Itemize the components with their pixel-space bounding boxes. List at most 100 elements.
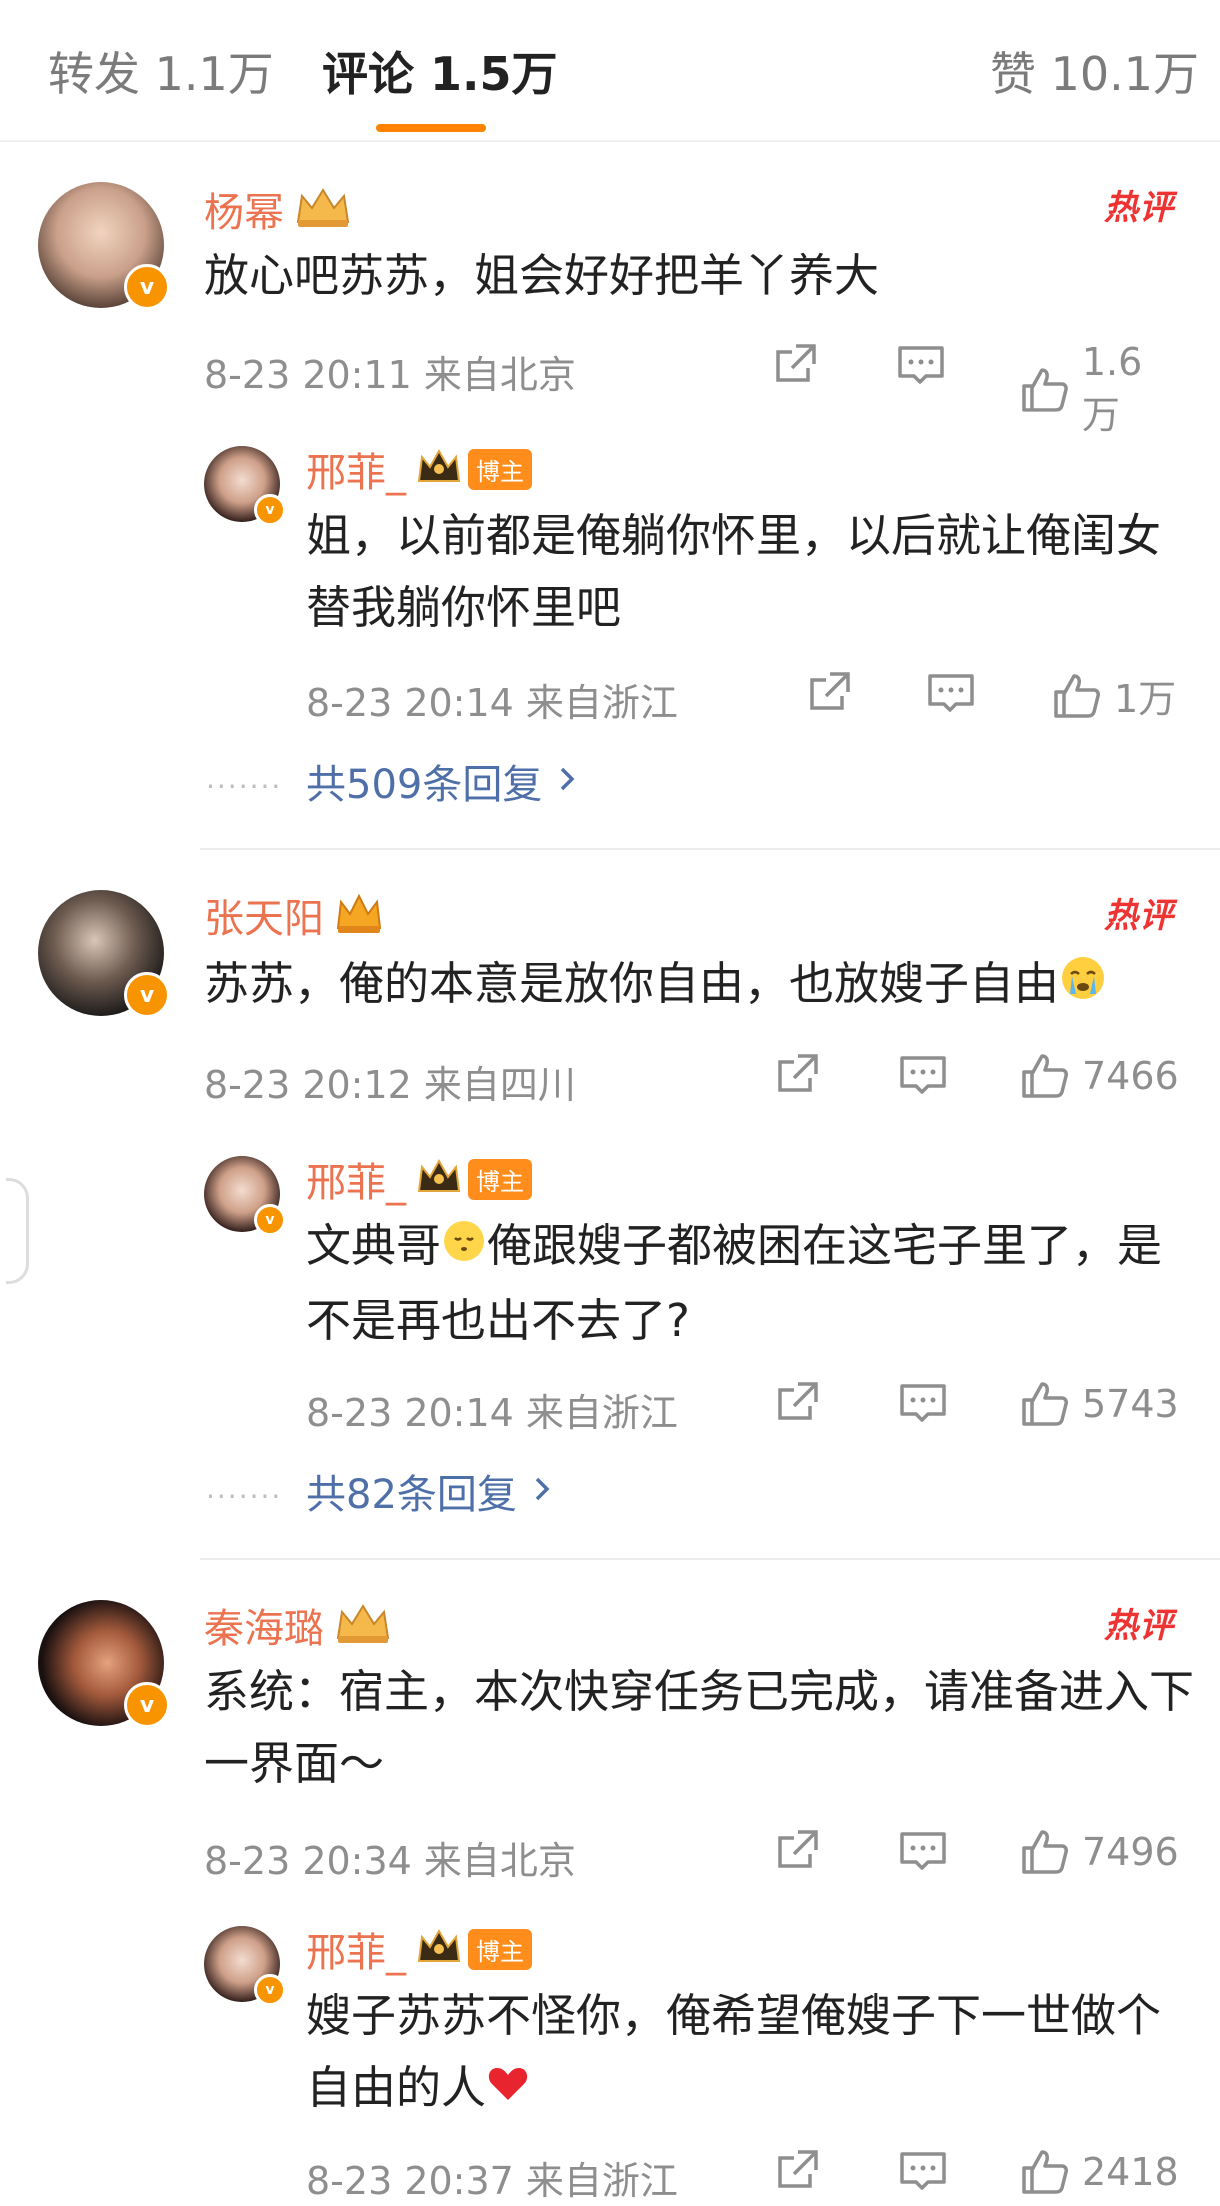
comment-text: 放心吧苏苏，姐会好好把羊丫养大 bbox=[204, 249, 880, 302]
verified-icon: v bbox=[124, 1682, 170, 1728]
red-heart-icon bbox=[486, 2055, 530, 2127]
share-button[interactable] bbox=[772, 1826, 822, 1876]
reply-header: 邢菲_ 博主 bbox=[306, 1150, 532, 1208]
reply-text-content: 嫂子苏苏不怪你，俺希望俺嫂子下一世做个自由的人 bbox=[306, 1989, 1162, 2114]
reply-button[interactable] bbox=[896, 340, 946, 390]
comment-meta: 8-23 20:11 来自北京 bbox=[204, 353, 576, 397]
hot-comment-badge: 热评 bbox=[1104, 896, 1174, 936]
tab-likes[interactable]: 赞 10.1万 bbox=[990, 38, 1199, 104]
comment-header: 张天阳 bbox=[204, 886, 384, 944]
share-button[interactable] bbox=[804, 668, 854, 718]
reply-button[interactable] bbox=[898, 1050, 948, 1100]
verified-icon: v bbox=[254, 1204, 286, 1236]
comment-icon bbox=[898, 346, 944, 384]
share-icon bbox=[778, 1382, 818, 1420]
chevron-right-icon bbox=[556, 758, 578, 804]
thumbs-up-icon bbox=[1022, 2150, 1068, 2194]
reply-actions: 1万 bbox=[796, 668, 1196, 728]
hot-comment-badge: 热评 bbox=[1104, 1606, 1174, 1646]
reply-actions: 2418 bbox=[772, 2146, 1192, 2206]
like-count: 7466 bbox=[1082, 1054, 1179, 1098]
tab-comments[interactable]: 评论 1.5万 bbox=[322, 38, 558, 104]
author-badge: 博主 bbox=[468, 1158, 532, 1200]
reply-meta: 8-23 20:37 来自浙江 bbox=[306, 2159, 678, 2203]
comment-text: 苏苏，俺的本意是放你自由，也放嫂子自由 bbox=[204, 948, 1184, 1023]
like-button[interactable]: 1万 bbox=[1050, 668, 1176, 723]
share-icon bbox=[810, 672, 850, 710]
dotted-leader: ······· bbox=[206, 1480, 283, 1513]
comment-actions: 7496 bbox=[772, 1826, 1192, 1886]
reply-meta: 8-23 20:14 来自浙江 bbox=[306, 681, 678, 725]
share-button[interactable] bbox=[772, 1378, 822, 1428]
comment-divider bbox=[200, 848, 1220, 850]
comment-text-content: 苏苏，俺的本意是放你自由，也放嫂子自由 bbox=[204, 957, 1060, 1010]
author-badge: 博主 bbox=[468, 448, 532, 490]
reply-button[interactable] bbox=[926, 668, 976, 718]
avatar[interactable]: v bbox=[38, 890, 170, 1018]
verified-icon: v bbox=[124, 972, 170, 1018]
like-button[interactable]: 5743 bbox=[1018, 1378, 1179, 1430]
like-button[interactable]: 7466 bbox=[1018, 1050, 1179, 1102]
like-count: 7496 bbox=[1082, 1830, 1179, 1874]
like-count: 1万 bbox=[1114, 677, 1177, 721]
reply-button[interactable] bbox=[898, 1826, 948, 1876]
thumbs-up-icon bbox=[1054, 673, 1100, 718]
view-replies-link[interactable]: 共82条回复 bbox=[306, 1462, 553, 1520]
thumbs-up-icon bbox=[1022, 1054, 1068, 1098]
dotted-leader: ······· bbox=[206, 770, 283, 803]
like-button[interactable]: 2418 bbox=[1018, 2146, 1179, 2198]
share-button[interactable] bbox=[770, 340, 820, 390]
like-button[interactable]: 1.6万 bbox=[1018, 340, 1180, 439]
comment-meta: 8-23 20:34 来自北京 bbox=[204, 1839, 576, 1883]
verified-icon: v bbox=[254, 1974, 286, 2006]
share-icon bbox=[778, 1830, 818, 1868]
reply-button[interactable] bbox=[898, 2146, 948, 2196]
like-button[interactable]: 7496 bbox=[1018, 1826, 1179, 1878]
reply-avatar[interactable]: v bbox=[204, 446, 286, 526]
active-tab-indicator bbox=[376, 124, 486, 132]
sad-face-emoji-icon bbox=[441, 1213, 487, 1285]
reply-text: 文典哥 俺跟嫂子都被困在这宅子里了，是不是再也出不去了? bbox=[306, 1210, 1186, 1357]
author-badge: 博主 bbox=[468, 1928, 532, 1970]
reply-username[interactable]: 邢菲_ bbox=[306, 440, 406, 498]
comment-divider bbox=[200, 1558, 1220, 1560]
username[interactable]: 杨幂 bbox=[204, 180, 284, 238]
share-icon bbox=[778, 1054, 818, 1092]
hot-comment-badge: 热评 bbox=[1104, 188, 1174, 228]
reply-text: 姐，以前都是俺躺你怀里，以后就让俺闺女替我躺你怀里吧 bbox=[306, 509, 1162, 634]
reply-username[interactable]: 邢菲_ bbox=[306, 1920, 406, 1978]
like-count: 1.6万 bbox=[1081, 340, 1143, 437]
reply-avatar[interactable]: v bbox=[204, 1926, 286, 2006]
comment-meta: 8-23 20:12 来自四川 bbox=[204, 1063, 576, 1107]
view-replies-link[interactable]: 共509条回复 bbox=[306, 752, 578, 810]
share-button[interactable] bbox=[772, 2146, 822, 2196]
comment-icon bbox=[900, 1384, 946, 1422]
avatar[interactable]: v bbox=[38, 182, 170, 310]
comment-header: 杨幂 bbox=[204, 180, 352, 238]
tab-reposts[interactable]: 转发 1.1万 bbox=[48, 38, 274, 104]
verified-icon: v bbox=[124, 264, 170, 310]
username[interactable]: 张天阳 bbox=[204, 886, 324, 944]
share-button[interactable] bbox=[772, 1050, 822, 1100]
chevron-right-icon bbox=[531, 1468, 553, 1514]
reply-username[interactable]: 邢菲_ bbox=[306, 1150, 406, 1208]
comment-icon bbox=[900, 1832, 946, 1870]
fan-crown-icon bbox=[294, 184, 352, 234]
side-drag-handle[interactable] bbox=[6, 1178, 29, 1284]
share-icon bbox=[776, 344, 816, 382]
avatar[interactable]: v bbox=[38, 1600, 170, 1728]
share-icon bbox=[778, 2150, 818, 2188]
replies-count-label: 共82条回复 bbox=[306, 1472, 517, 1518]
thumbs-up-icon bbox=[1022, 1830, 1068, 1874]
comment-icon bbox=[928, 674, 974, 712]
fan-crown-icon bbox=[416, 1927, 462, 1971]
username[interactable]: 秦海璐 bbox=[204, 1596, 324, 1654]
like-count: 2418 bbox=[1082, 2150, 1179, 2194]
fan-crown-icon bbox=[334, 890, 384, 940]
thumbs-up-icon bbox=[1022, 367, 1068, 412]
thumbs-up-icon bbox=[1022, 1382, 1068, 1426]
reply-button[interactable] bbox=[898, 1378, 948, 1428]
fan-crown-icon bbox=[416, 447, 462, 491]
comment-icon bbox=[900, 1056, 946, 1094]
reply-avatar[interactable]: v bbox=[204, 1156, 286, 1236]
